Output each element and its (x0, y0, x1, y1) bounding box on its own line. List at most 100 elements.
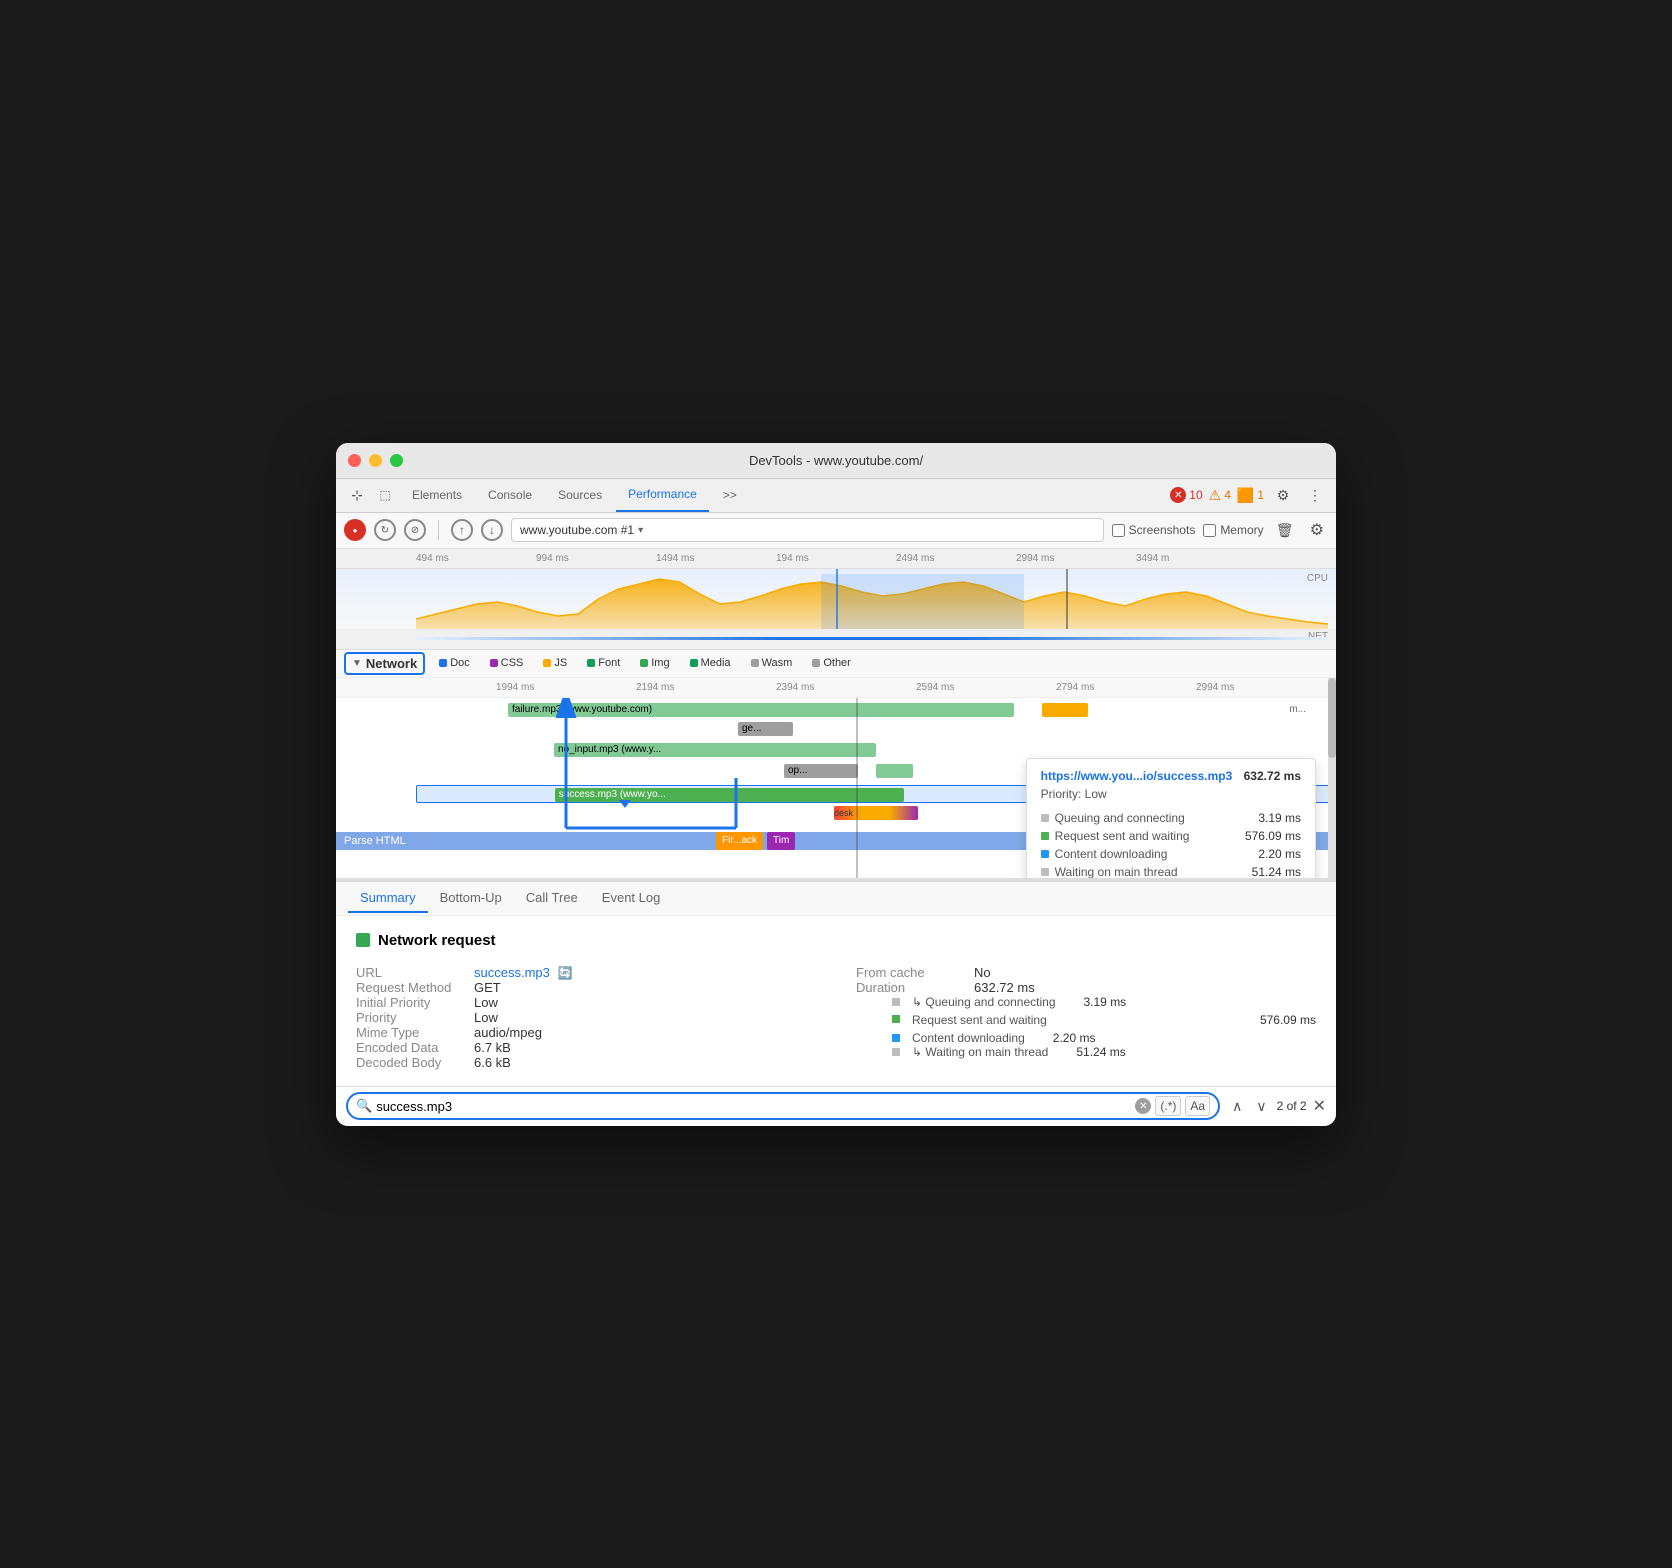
indent-content: Content downloading 2.20 ms (876, 1031, 1316, 1045)
more-icon[interactable]: ⋮ (1302, 482, 1328, 508)
inspect-icon[interactable]: ⊹ (344, 482, 370, 508)
content-color (1041, 850, 1049, 858)
screenshots-toggle[interactable]: Screenshots (1112, 523, 1196, 537)
duration-details: ↳ Queuing and connecting 3.19 ms Request… (856, 995, 1316, 1059)
summary-duration-row: Duration 632.72 ms (856, 980, 1316, 995)
doc-dot (439, 659, 447, 667)
summary-right: From cache No Duration 632.72 ms ↳ Queui… (856, 965, 1316, 1070)
op-bar[interactable]: op... (784, 764, 858, 778)
ruler2-mark-4: 2794 ms (1056, 682, 1196, 693)
search-clear-icon[interactable]: ✕ (1135, 1098, 1151, 1114)
network-bars-container: failure.mp3 (www.youtube.com) m... ge...… (336, 698, 1336, 878)
trash-icon[interactable]: 🗑 (1272, 517, 1298, 543)
clear-button[interactable]: ⊘ (404, 519, 426, 541)
record-button[interactable]: ● (344, 519, 366, 541)
tab-console[interactable]: Console (476, 479, 544, 512)
summary-title: Network request (356, 932, 1316, 949)
case-button[interactable]: Aa (1185, 1096, 1210, 1116)
filter-doc[interactable]: Doc (433, 655, 476, 671)
cpu-chart[interactable]: CPU (336, 569, 1336, 629)
bottom-tabs: Summary Bottom-Up Call Tree Event Log (336, 882, 1336, 916)
noinput-bar[interactable]: no_input.mp3 (www.y... (554, 743, 876, 757)
tab-bar: ⊹ ⬚ Elements Console Sources Performance… (336, 479, 1336, 513)
failure-bar[interactable]: failure.mp3 (www.youtube.com) (508, 703, 1014, 717)
download-button[interactable]: ↓ (481, 519, 503, 541)
summary-decoded-row: Decoded Body 6.6 kB (356, 1055, 816, 1070)
tooltip-row-queuing: Queuing and connecting 3.19 ms (1041, 809, 1301, 827)
tab-bottom-up[interactable]: Bottom-Up (428, 884, 514, 913)
minimize-button[interactable] (369, 454, 382, 467)
external-link-icon[interactable]: 🔄 (558, 966, 573, 980)
js-dot (543, 659, 551, 667)
scrollbar[interactable] (1328, 678, 1336, 878)
memory-toggle[interactable]: Memory (1203, 523, 1263, 537)
filter-img[interactable]: Img (634, 655, 675, 671)
search-input[interactable] (376, 1099, 1131, 1114)
screenshots-checkbox[interactable] (1112, 524, 1125, 537)
failure-truncated: m... (1289, 704, 1306, 715)
network-row-ge[interactable]: ge... (416, 722, 1336, 740)
css-dot (490, 659, 498, 667)
recording-bar: ● ↻ ⊘ ↑ ↓ www.youtube.com #1 ▾ Screensho… (336, 513, 1336, 549)
tab-elements[interactable]: Elements (400, 479, 474, 512)
tab-summary[interactable]: Summary (348, 884, 428, 913)
desk-bar[interactable]: desk (830, 806, 922, 820)
indent-request: Request sent and waiting 576.09 ms (876, 1013, 1316, 1027)
search-input-wrap[interactable]: 🔍 ✕ (.*) Aa (346, 1092, 1220, 1120)
filter-js[interactable]: JS (537, 655, 573, 671)
next-button[interactable]: ∨ (1252, 1096, 1270, 1117)
memory-checkbox[interactable] (1203, 524, 1216, 537)
upload-button[interactable]: ↑ (451, 519, 473, 541)
filter-font[interactable]: Font (581, 655, 626, 671)
network-label-box[interactable]: ▼ Network (344, 652, 425, 675)
ruler-mark-1: 994 ms (536, 553, 656, 564)
tab-event-log[interactable]: Event Log (590, 884, 673, 913)
indent-waiting: ↳ Waiting on main thread 51.24 ms (876, 1045, 1316, 1059)
filter-media[interactable]: Media (684, 655, 737, 671)
tooltip-duration: 632.72 ms (1244, 769, 1301, 783)
fire-ack-bar: Fir...ack (716, 832, 763, 850)
dropdown-icon[interactable]: ▾ (638, 525, 643, 536)
ruler-mark-2: 1494 ms (656, 553, 776, 564)
prev-button[interactable]: ∧ (1228, 1096, 1246, 1117)
close-search-button[interactable]: ✕ (1313, 1096, 1326, 1116)
ruler-mark-3: 194 ms (776, 553, 896, 564)
timeline-ruler-top: 494 ms 994 ms 1494 ms 194 ms 2494 ms 299… (336, 549, 1336, 569)
queuing-color (1041, 814, 1049, 822)
device-icon[interactable]: ⬚ (372, 482, 398, 508)
queuing-color-2 (892, 998, 900, 1006)
success-bar[interactable]: success.mp3 (www.yo... (555, 788, 904, 802)
capture-settings-icon[interactable]: ⚙ (1306, 516, 1328, 544)
tab-sources[interactable]: Sources (546, 479, 614, 512)
summary-url-link[interactable]: success.mp3 🔄 (474, 965, 572, 980)
ge-bar[interactable]: ge... (738, 722, 793, 736)
tooltip-row-content: Content downloading 2.20 ms (1041, 845, 1301, 863)
collapse-icon[interactable]: ▼ (352, 658, 362, 669)
filter-wasm[interactable]: Wasm (745, 655, 799, 671)
indent-queuing: ↳ Queuing and connecting 3.19 ms (876, 995, 1316, 1009)
filter-other[interactable]: Other (806, 655, 857, 671)
tab-call-tree[interactable]: Call Tree (514, 884, 590, 913)
close-button[interactable] (348, 454, 361, 467)
warning-badge: ⚠ 4 (1209, 487, 1231, 504)
scrollbar-thumb[interactable] (1328, 678, 1336, 758)
regex-button[interactable]: (.*) (1155, 1096, 1181, 1116)
timeline-overview: 494 ms 994 ms 1494 ms 194 ms 2494 ms 299… (336, 549, 1336, 650)
profile-selector[interactable]: www.youtube.com #1 ▾ (511, 518, 1104, 542)
tab-more[interactable]: >> (711, 479, 749, 512)
summary-mime-row: Mime Type audio/mpeg (356, 1025, 816, 1040)
ruler2-mark-5: 2994 ms (1196, 682, 1336, 693)
summary-cache-row: From cache No (856, 965, 1316, 980)
tab-badges: ✕ 10 ⚠ 4 🟧 1 ⚙ ⋮ (1170, 482, 1328, 508)
info-badge: 🟧 1 (1237, 487, 1264, 504)
maximize-button[interactable] (390, 454, 403, 467)
reload-button[interactable]: ↻ (374, 519, 396, 541)
timeline-ruler-bottom: 1994 ms 2194 ms 2394 ms 2594 ms 2794 ms … (336, 678, 1336, 698)
filter-css[interactable]: CSS (484, 655, 530, 671)
settings-icon[interactable]: ⚙ (1270, 482, 1296, 508)
network-row-failure[interactable]: failure.mp3 (www.youtube.com) m... (416, 701, 1336, 719)
ruler2-mark-1: 2194 ms (636, 682, 776, 693)
tab-performance[interactable]: Performance (616, 479, 709, 512)
tooltip-popup: https://www.you...io/success.mp3 632.72 … (1026, 758, 1316, 878)
search-controls: ∧ ∨ 2 of 2 ✕ (1228, 1096, 1326, 1117)
